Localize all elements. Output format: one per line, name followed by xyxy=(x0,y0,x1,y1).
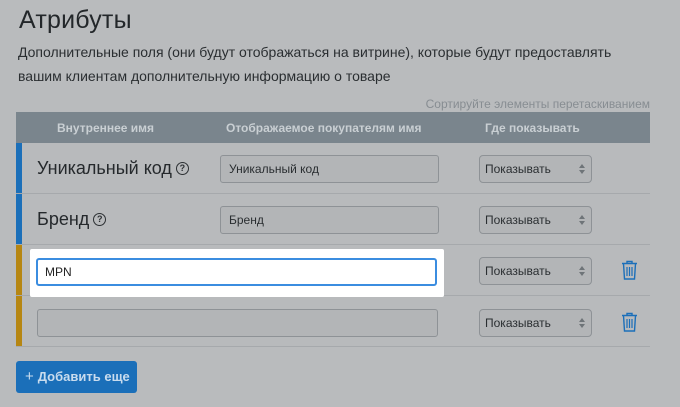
column-visibility: Где показывать xyxy=(485,121,580,135)
internal-name-label: Бренд ? xyxy=(37,209,107,230)
drag-handle[interactable] xyxy=(16,245,22,295)
table-row[interactable]: Бренд ? Бренд Показывать xyxy=(16,194,650,245)
table-row[interactable]: Показывать xyxy=(16,296,650,347)
drag-handle[interactable] xyxy=(16,194,22,244)
select-arrows-icon xyxy=(579,164,585,174)
attributes-table: Внутреннее имя Отображаемое покупателям … xyxy=(16,112,650,347)
trash-icon[interactable] xyxy=(621,260,638,280)
visibility-select[interactable]: Показывать xyxy=(479,206,592,234)
select-arrows-icon xyxy=(579,318,585,328)
internal-name-label: Уникальный код ? xyxy=(37,158,189,179)
drag-handle[interactable] xyxy=(16,143,22,193)
plus-icon: + xyxy=(25,368,34,385)
select-arrows-icon xyxy=(579,215,585,225)
help-icon[interactable]: ? xyxy=(93,213,107,226)
page-description: Дополнительные поля (они будут отображат… xyxy=(18,44,612,84)
page-title: Атрибуты xyxy=(19,6,132,34)
table-header: Внутреннее имя Отображаемое покупателям … xyxy=(16,112,650,143)
column-display-name: Отображаемое покупателям имя xyxy=(226,121,422,135)
visibility-select[interactable]: Показывать xyxy=(479,309,592,337)
display-name-input[interactable]: Бренд xyxy=(220,206,439,234)
add-more-button[interactable]: + Добавить еще xyxy=(16,361,137,393)
internal-name-input[interactable] xyxy=(36,258,437,286)
sort-hint: Сортируйте элементы перетаскиванием xyxy=(425,97,650,111)
add-more-label: Добавить еще xyxy=(37,369,130,384)
internal-name-input[interactable] xyxy=(37,309,438,337)
column-internal-name: Внутреннее имя xyxy=(57,121,155,135)
trash-icon[interactable] xyxy=(621,312,638,332)
visibility-select[interactable]: Показывать xyxy=(479,257,592,285)
drag-handle[interactable] xyxy=(16,296,22,346)
help-icon[interactable]: ? xyxy=(175,162,189,175)
select-arrows-icon xyxy=(579,266,585,276)
display-name-input[interactable]: Уникальный код xyxy=(220,155,439,183)
focused-field-highlight xyxy=(30,249,444,297)
visibility-select[interactable]: Показывать xyxy=(479,155,592,183)
table-row[interactable]: Уникальный код ? Уникальный код Показыва… xyxy=(16,143,650,194)
